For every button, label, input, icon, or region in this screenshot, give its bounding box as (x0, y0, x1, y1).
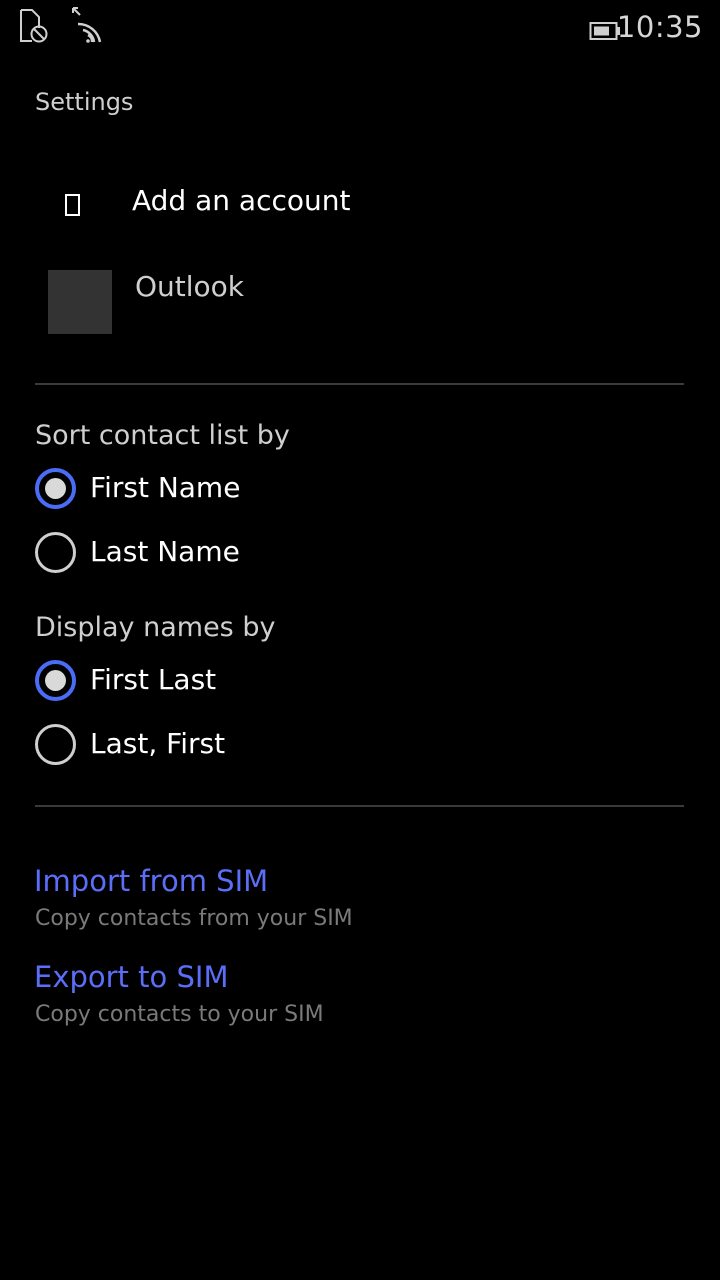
radio-button[interactable] (35, 660, 76, 701)
export-to-sim-description: Copy contacts to your SIM (35, 1002, 324, 1027)
clock: 10:35 (616, 10, 703, 44)
account-tile-icon (48, 270, 112, 334)
radio-option-last-first[interactable]: Last, First (35, 724, 675, 772)
sort-group-label: Sort contact list by (35, 420, 290, 451)
display-group-label: Display names by (35, 612, 276, 643)
radio-label: Last Name (90, 535, 240, 568)
account-item-label: Outlook (135, 270, 245, 303)
radio-button[interactable] (35, 724, 76, 765)
radio-option-first-name[interactable]: First Name (35, 468, 675, 516)
import-from-sim-description: Copy contacts from your SIM (35, 906, 353, 931)
radio-option-first-last[interactable]: First Last (35, 660, 675, 708)
account-item-outlook[interactable]: Outlook (0, 264, 720, 340)
divider (35, 383, 684, 385)
page-title: Settings (35, 88, 134, 116)
radio-button[interactable] (35, 532, 76, 573)
radio-label: Last, First (90, 727, 226, 760)
radio-option-last-name[interactable]: Last Name (35, 532, 675, 580)
no-sim-icon (18, 8, 50, 48)
import-from-sim-link[interactable]: Import from SIM (34, 864, 268, 898)
radio-button[interactable] (35, 468, 76, 509)
export-to-sim-link[interactable]: Export to SIM (34, 960, 228, 994)
status-bar: 10:35 (0, 0, 720, 56)
radio-label: First Name (90, 471, 241, 504)
radio-label: First Last (90, 663, 217, 696)
phone-icon (65, 194, 80, 216)
add-account-label: Add an account (132, 184, 351, 217)
wifi-signal-icon (70, 4, 106, 48)
divider (35, 805, 684, 807)
add-account-button[interactable]: Add an account (0, 170, 720, 240)
